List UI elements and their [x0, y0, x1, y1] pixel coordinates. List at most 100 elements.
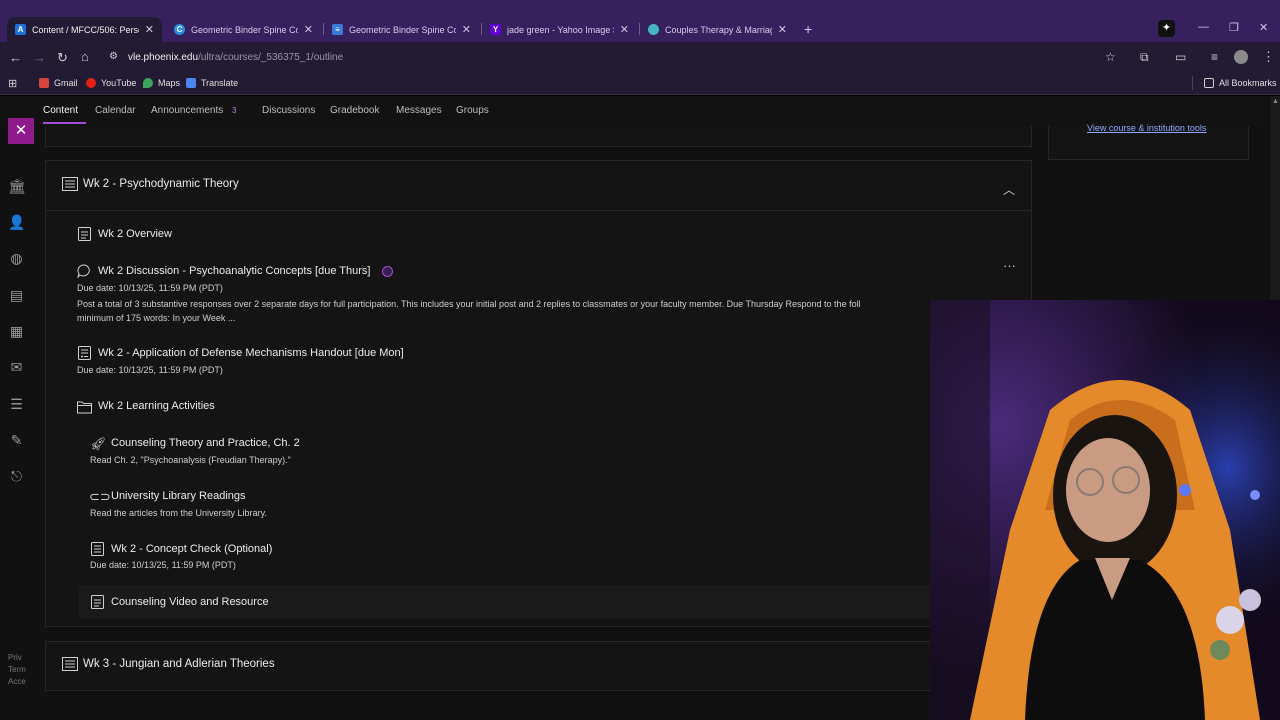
- rocket-icon: 🚀︎: [90, 436, 107, 451]
- cast-icon[interactable]: ▭: [1175, 50, 1186, 64]
- week2-title[interactable]: Wk 2 - Psychodynamic Theory: [83, 178, 239, 190]
- module-list-icon: [62, 657, 78, 671]
- test-icon: [91, 542, 104, 556]
- all-bookmarks[interactable]: All Bookmarks: [1204, 78, 1277, 88]
- close-course-button[interactable]: ✕: [8, 118, 34, 144]
- nav-gradebook[interactable]: Gradebook: [330, 105, 379, 116]
- edit-icon[interactable]: ✎: [8, 432, 25, 449]
- learning-activities-folder[interactable]: Wk 2 Learning Activities: [98, 400, 215, 412]
- module-list-icon: [62, 177, 78, 191]
- week2-module-card: [45, 160, 1032, 627]
- discussion-description-line1: Post a total of 3 substantive responses …: [77, 299, 861, 309]
- site-info-icon[interactable]: ⚙: [109, 51, 118, 62]
- sign-out-icon[interactable]: ⎋: [8, 468, 25, 485]
- bookmark-maps[interactable]: Maps: [143, 78, 180, 88]
- activity-concept-check-link[interactable]: Wk 2 - Concept Check (Optional): [111, 543, 272, 555]
- canva-favicon-icon: C: [174, 24, 185, 35]
- translate-icon: [186, 78, 196, 88]
- link-icon: ⊂⊃: [89, 489, 111, 504]
- announcements-count-badge: 3: [232, 106, 237, 115]
- active-tab-underline: [43, 122, 86, 124]
- previous-module-card: [45, 126, 1032, 147]
- home-icon[interactable]: ⌂: [81, 49, 89, 64]
- tab-couples-therapy[interactable]: Couples Therapy & Marriage C ✕: [640, 17, 795, 42]
- back-arrow-icon[interactable]: ←: [9, 50, 22, 65]
- yahoo-favicon-icon: Y: [490, 24, 501, 35]
- close-tab-icon[interactable]: ✕: [304, 23, 313, 36]
- close-tab-icon[interactable]: ✕: [620, 23, 629, 36]
- activity-textbook-desc: Read Ch. 2, "Psychoanalysis (Freudian Th…: [90, 455, 291, 465]
- activity-concept-check-due: Due date: 10/13/25, 11:59 PM (PDT): [90, 560, 236, 570]
- tab-content-course[interactable]: A Content / MFCC/506: Personali ✕: [7, 17, 162, 42]
- activity-library-desc: Read the articles from the University Li…: [90, 508, 267, 518]
- handout-due-date: Due date: 10/13/25, 11:59 PM (PDT): [77, 365, 223, 375]
- nav-content[interactable]: Content: [43, 105, 78, 116]
- menu-dots-icon[interactable]: ⋮: [1262, 49, 1275, 65]
- week2-handout-link[interactable]: Wk 2 - Application of Defense Mechanisms…: [98, 347, 404, 359]
- terms-link[interactable]: Term: [8, 664, 26, 676]
- bookmark-gmail[interactable]: Gmail: [39, 78, 78, 88]
- profile-avatar-icon[interactable]: [1234, 50, 1248, 64]
- document-icon: [78, 227, 91, 241]
- nav-announcements[interactable]: Announcements: [151, 105, 223, 116]
- maps-icon: [143, 78, 153, 88]
- footer-links: Priv Term Acce: [8, 652, 26, 688]
- new-tab-icon[interactable]: +: [804, 21, 812, 37]
- url-domain: vle.phoenix.edu: [128, 52, 199, 63]
- tab-geometric-binder-1[interactable]: C Geometric Binder Spine Cover ✕: [166, 17, 321, 42]
- globe-icon[interactable]: ◍: [8, 250, 25, 267]
- week2-discussion-link[interactable]: Wk 2 Discussion - Psychoanalytic Concept…: [98, 265, 370, 277]
- activity-video-link[interactable]: Counseling Video and Resource: [111, 596, 269, 608]
- courses-icon[interactable]: ▤: [8, 287, 25, 304]
- bookmark-youtube[interactable]: YouTube: [86, 78, 136, 88]
- bookmark-star-icon[interactable]: ☆: [1105, 50, 1116, 64]
- tab-strip: A Content / MFCC/506: Personali ✕ C Geom…: [0, 0, 1280, 42]
- globe-favicon-icon: [648, 24, 659, 35]
- assignment-icon: [78, 346, 91, 360]
- media-control-icon[interactable]: ≡: [1211, 50, 1218, 64]
- discussion-due-date: Due date: 10/13/25, 11:59 PM (PDT): [77, 283, 223, 293]
- minimize-icon[interactable]: —: [1198, 21, 1209, 33]
- folder-icon: [1204, 78, 1214, 88]
- accessibility-link[interactable]: Acce: [8, 676, 26, 688]
- activity-textbook-link[interactable]: Counseling Theory and Practice, Ch. 2: [111, 437, 300, 449]
- week2-overview-link[interactable]: Wk 2 Overview: [98, 228, 172, 240]
- youtube-icon: [86, 78, 96, 88]
- webcam-overlay: [930, 300, 1280, 720]
- profile-icon[interactable]: 👤: [8, 214, 25, 231]
- messages-icon[interactable]: ✉: [8, 359, 25, 376]
- reload-icon[interactable]: ↻: [57, 50, 68, 66]
- course-tools-link[interactable]: View course & institution tools: [1087, 123, 1206, 133]
- extensions-icon[interactable]: ⧉: [1140, 50, 1149, 65]
- week3-title[interactable]: Wk 3 - Jungian and Adlerian Theories: [83, 658, 275, 670]
- grades-icon[interactable]: ☰: [8, 396, 25, 413]
- institution-icon[interactable]: 🏛: [8, 178, 26, 195]
- close-window-icon[interactable]: ✕: [1259, 21, 1268, 34]
- close-tab-icon[interactable]: ✕: [145, 23, 154, 36]
- new-activity-badge-icon: [382, 266, 393, 277]
- close-tab-icon[interactable]: ✕: [462, 23, 471, 36]
- tab-geometric-binder-2[interactable]: ≡ Geometric Binder Spine Cover ✕: [324, 17, 479, 42]
- forward-arrow-icon[interactable]: →: [33, 50, 46, 65]
- nav-discussions[interactable]: Discussions: [262, 105, 315, 116]
- more-options-icon[interactable]: ···: [1003, 258, 1016, 273]
- close-tab-icon[interactable]: ✕: [778, 23, 787, 36]
- scroll-up-icon[interactable]: ▲: [1272, 98, 1279, 105]
- bookmarks-divider: [1192, 76, 1193, 90]
- bookmark-translate[interactable]: Translate: [186, 78, 238, 88]
- privacy-link[interactable]: Priv: [8, 652, 26, 664]
- collapse-chevron-icon[interactable]: ︿: [1003, 181, 1015, 198]
- apps-grid-icon[interactable]: ⊞: [8, 77, 17, 90]
- folder-icon: [77, 401, 92, 414]
- nav-calendar[interactable]: Calendar: [95, 105, 136, 116]
- calendar-icon[interactable]: ▦: [8, 323, 25, 340]
- discussion-icon: [77, 264, 90, 278]
- address-bar[interactable]: vle.phoenix.edu/ultra/courses/_536375_1/…: [128, 52, 343, 63]
- gmail-icon: [39, 78, 49, 88]
- nav-groups[interactable]: Groups: [456, 105, 489, 116]
- restore-icon[interactable]: ❐: [1229, 21, 1239, 34]
- nav-messages[interactable]: Messages: [396, 105, 442, 116]
- tab-yahoo-image-search[interactable]: Y jade green - Yahoo Image Sear ✕: [482, 17, 637, 42]
- activity-library-link[interactable]: University Library Readings: [111, 490, 246, 502]
- gemini-sparkle-icon[interactable]: ✦: [1158, 20, 1175, 37]
